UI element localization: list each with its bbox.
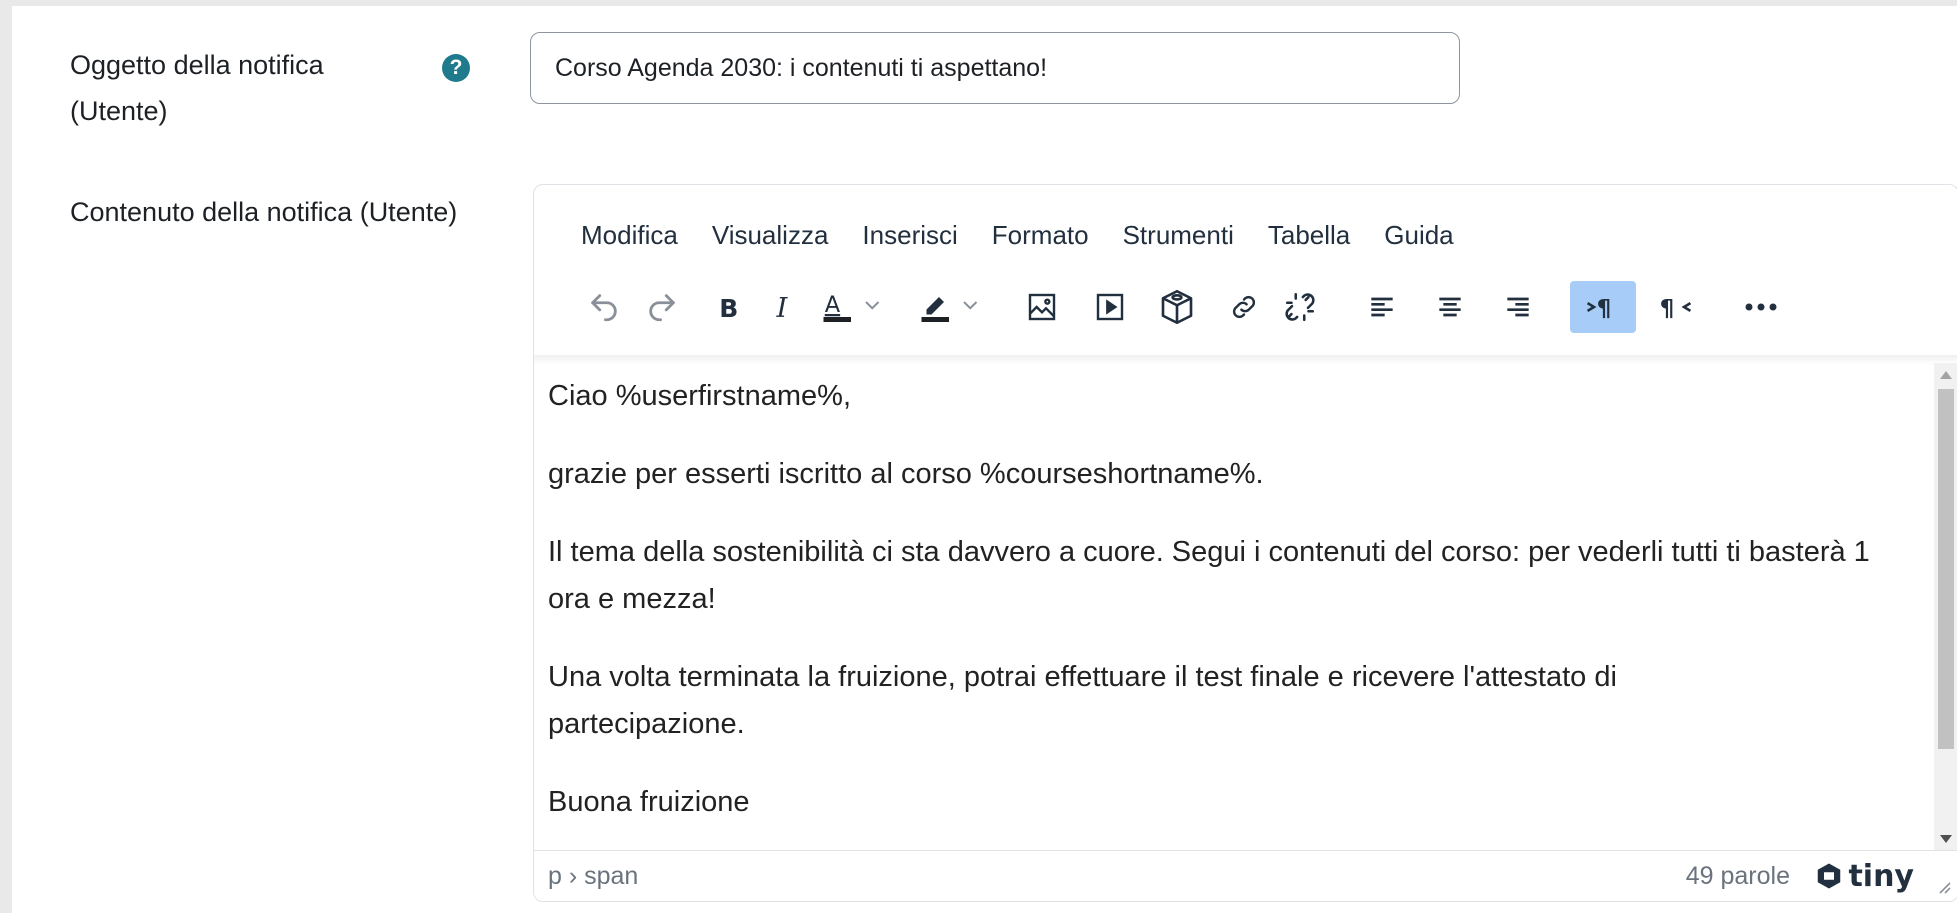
- bold-icon[interactable]: B: [708, 281, 748, 333]
- content-paragraph-4: Una volta terminata la fruizione, potrai…: [548, 661, 1617, 740]
- editor-statusbar: p › span 49 parole tiny: [534, 850, 1957, 901]
- link-icon[interactable]: [1224, 281, 1264, 333]
- subject-input[interactable]: [530, 32, 1460, 104]
- menu-formato[interactable]: Formato: [975, 215, 1106, 255]
- tiny-logo-icon: [1818, 863, 1841, 889]
- content-paragraph-1: Ciao %userfirstname%,: [548, 380, 851, 412]
- svg-text:I: I: [776, 292, 789, 322]
- subject-label: Oggetto della notifica (Utente): [70, 42, 324, 134]
- more-icon[interactable]: [1736, 281, 1786, 333]
- rich-text-editor: Modifica Visualizza Inserisci Formato St…: [533, 184, 1957, 902]
- subject-label-line1: Oggetto della notifica: [70, 50, 324, 80]
- tiny-brand-text: tiny: [1848, 858, 1914, 894]
- menu-tabella[interactable]: Tabella: [1251, 215, 1367, 255]
- rtl-icon[interactable]: ¶: [1650, 281, 1700, 333]
- content-paragraph-3: Il tema della sostenibilità ci sta davve…: [548, 536, 1870, 615]
- undo-icon[interactable]: [584, 281, 624, 333]
- tiny-brand-logo[interactable]: tiny: [1814, 858, 1914, 894]
- content-paragraph-5: Buona fruizione: [548, 786, 750, 818]
- editor-content-area[interactable]: Ciao %userfirstname%, grazie per esserti…: [534, 363, 1934, 853]
- scroll-thumb[interactable]: [1938, 389, 1954, 749]
- menu-modifica[interactable]: Modifica: [564, 215, 695, 255]
- word-count[interactable]: 49 parole: [1686, 851, 1790, 901]
- menu-guida[interactable]: Guida: [1367, 215, 1470, 255]
- scroll-down-arrow-icon[interactable]: [1940, 835, 1952, 843]
- help-icon[interactable]: ?: [442, 54, 470, 82]
- resize-handle-icon[interactable]: [1934, 877, 1952, 895]
- media-icon[interactable]: [1090, 281, 1130, 333]
- svg-text:B: B: [719, 294, 738, 322]
- editor-scrollbar[interactable]: [1934, 363, 1957, 853]
- redo-icon[interactable]: [642, 281, 682, 333]
- content-paragraph-2: grazie per esserti iscritto al corso %co…: [548, 458, 1264, 490]
- image-icon[interactable]: [1022, 281, 1062, 333]
- unlink-icon[interactable]: [1280, 281, 1320, 333]
- editor-menubar: Modifica Visualizza Inserisci Formato St…: [564, 215, 1471, 255]
- align-right-icon[interactable]: [1498, 281, 1538, 333]
- menu-visualizza[interactable]: Visualizza: [695, 215, 846, 255]
- menu-strumenti[interactable]: Strumenti: [1106, 215, 1251, 255]
- align-center-icon[interactable]: [1430, 281, 1470, 333]
- text-color-icon[interactable]: A: [816, 281, 896, 333]
- ltr-icon[interactable]: ¶: [1570, 281, 1636, 333]
- content-label: Contenuto della notifica (Utente): [70, 197, 458, 227]
- svg-text:A: A: [825, 292, 841, 318]
- highlight-color-icon[interactable]: [914, 281, 994, 333]
- subject-label-line2: (Utente): [70, 96, 168, 126]
- align-left-icon[interactable]: [1362, 281, 1402, 333]
- svg-text:¶: ¶: [1660, 296, 1675, 322]
- editor-toolbar: B I A ¶ ¶: [564, 281, 1944, 333]
- scroll-up-arrow-icon[interactable]: [1940, 371, 1952, 379]
- element-path[interactable]: p › span: [548, 851, 638, 901]
- menu-inserisci[interactable]: Inserisci: [845, 215, 974, 255]
- svg-text:¶: ¶: [1597, 296, 1612, 322]
- h5p-icon[interactable]: [1152, 281, 1202, 333]
- form-panel: Oggetto della notifica (Utente) ? Conten…: [12, 6, 1957, 913]
- italic-icon[interactable]: I: [764, 281, 804, 333]
